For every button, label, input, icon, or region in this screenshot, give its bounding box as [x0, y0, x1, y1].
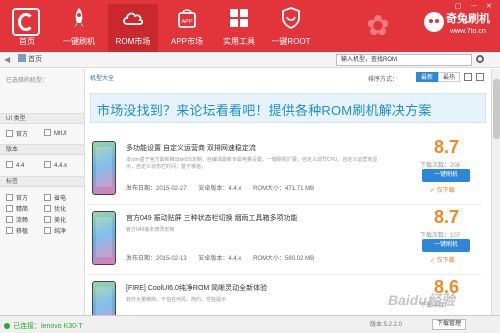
filter-version-4-4[interactable]: 4.4	[6, 161, 24, 169]
window-controls[interactable]: ▢ ─ ✕	[455, 2, 496, 10]
nav-one-click-root[interactable]: 一键ROOT	[266, 4, 316, 52]
rom-description: 本rom基于官方最新推出kkOS定制，自编译最新专属电量设置，一键刷机扩展，自定…	[126, 157, 378, 170]
baidu-watermark: Baidu经验	[388, 292, 455, 308]
download-manager-button[interactable]: 下载管理	[432, 319, 467, 330]
nav-tools-label: 实用工具	[223, 37, 255, 46]
status-bar: 已连接：lenovo K30-T 版本:5.2.2.0 下载管理	[0, 315, 500, 333]
rom-list-item[interactable]: 官方049 振动贴屏 三种状态栏切换 烟雨工具箱多项功能 官方049版本修改定制…	[86, 205, 482, 275]
rom-size: ROM大小：580.02 MB	[253, 256, 315, 262]
brand: 奇兔刷机 www.7to.cn	[420, 6, 496, 46]
nav-rom-market[interactable]: ROM市场	[108, 4, 158, 52]
rom-meta: 发布日期：2015-02-13 安卓版本：4.4.x ROM大小：580.02 …	[126, 253, 324, 262]
one-click-flash-button[interactable]: 一键刷机	[422, 239, 470, 252]
rom-list-panel: 机型大全 排序方式： 最新 最热 市场没找到？来论坛看看吧！提供各种ROM刷机解…	[86, 69, 490, 333]
nav-tools[interactable]: 实用工具	[214, 4, 264, 52]
nav-rom-market-label: ROM市场	[115, 37, 151, 46]
rom-date: 发布日期：2015-02-13	[126, 256, 187, 262]
filter-tag[interactable]: 纯净	[44, 226, 66, 235]
filter-sidebar: 已选择的机型： UI 类型 官方 MIUI 版本 4.4 4.4.x 标签 官方…	[0, 69, 85, 315]
filter-tag[interactable]: 省电	[44, 193, 66, 202]
filter-tag[interactable]: 精简	[6, 204, 28, 213]
rom-android-version: 安卓版本：4.4.x	[198, 186, 242, 192]
home-breadcrumb[interactable]: 首页	[18, 54, 42, 64]
sort-label: 排序方式：	[368, 77, 399, 83]
shield-icon	[282, 7, 300, 29]
rom-meta: 发布日期：2015-02-27 安卓版本：4.4.x ROM大小：471.71 …	[126, 183, 324, 192]
nav-one-click-flash[interactable]: 一键刷机	[54, 4, 104, 52]
list-view-icon[interactable]	[464, 73, 472, 81]
filter-tag[interactable]: 官方	[6, 193, 28, 202]
festive-decoration: ✿	[366, 10, 390, 41]
svg-text:APP: APP	[181, 19, 192, 25]
top-toolbar: 首页 一键刷机 ROM市场 APP APP市场 实用工具 一键ROOT ✿ 奇兔…	[0, 0, 500, 52]
filter-tag[interactable]: 优化	[44, 204, 66, 213]
connection-status: 已连接：lenovo K30-T	[4, 321, 83, 331]
scrollbar[interactable]	[491, 69, 500, 315]
rom-size: ROM大小：471.71 MB	[253, 186, 315, 192]
banner-text: 市场没找到？来论坛看看吧！提供各种ROM刷机解决方案	[97, 103, 432, 118]
nav-home-label: 首页	[19, 37, 35, 46]
ui-type-heading: UI 类型	[0, 113, 84, 124]
rom-title[interactable]: 官方049 振动贴屏 三种状态栏切换 烟雨工具箱多项功能	[126, 213, 298, 223]
download-only-link[interactable]: ✓ 仅下载	[430, 255, 455, 264]
breadcrumb[interactable]: 机型大全	[90, 73, 114, 82]
home-icon	[18, 54, 26, 62]
rom-download-count: 下载次数：208	[420, 163, 461, 169]
brand-url: www.7to.cn	[450, 28, 486, 35]
rom-thumbnail	[92, 141, 116, 195]
rom-description: 软件大量精简，不怕任何风，简约，性能提示	[126, 297, 227, 303]
brand-name: 奇兔刷机	[446, 13, 490, 25]
back-arrow-icon[interactable]: ◀	[4, 55, 10, 64]
rom-title[interactable]: [FIRE] CoolUI6.0纯净ROM 简晰灵动全新体验	[126, 283, 267, 293]
nav-home[interactable]: 首页	[2, 4, 52, 52]
rom-title[interactable]: 多功能设置 自定义运营商 双排网速稳定流	[126, 143, 256, 153]
home-breadcrumb-label: 首页	[28, 56, 42, 63]
grid-view-icon[interactable]	[476, 73, 484, 81]
grid-tools-icon	[230, 9, 248, 27]
nav-app-market-label: APP市场	[170, 37, 203, 46]
search-input[interactable]: 输入机型，查找ROM	[336, 54, 472, 66]
rom-download-count: 下载次数：107	[420, 233, 461, 239]
filter-tag[interactable]: 移植	[6, 226, 28, 235]
version-heading: 版本	[0, 144, 84, 155]
rom-score: 8.7	[434, 207, 460, 227]
app-version: 版本:5.2.2.0	[370, 322, 403, 328]
nav-one-click-root-label: 一键ROOT	[271, 37, 311, 46]
one-click-flash-button[interactable]: 一键刷机	[422, 169, 470, 182]
filter-tag[interactable]: 流畅	[6, 215, 28, 224]
cloud-icon	[123, 12, 144, 25]
filter-tag[interactable]: 美化	[44, 215, 66, 224]
filter-ui-official[interactable]: 官方	[6, 129, 28, 138]
address-bar: ◀ 首页 输入机型，查找ROM	[0, 52, 500, 68]
rom-description: 官方049版本修改定制	[126, 227, 175, 233]
rom-score: 8.7	[434, 137, 460, 157]
nav-app-market[interactable]: APP APP市场	[162, 4, 212, 52]
forum-banner[interactable]: 市场没找到？来论坛看看吧！提供各种ROM刷机解决方案	[90, 93, 486, 123]
tag-heading: 标签	[0, 176, 84, 187]
rom-date: 发布日期：2015-02-27	[126, 186, 187, 192]
rabbit-logo-icon	[424, 12, 444, 32]
selected-model-label: 已选择的机型：	[6, 78, 49, 84]
filter-version-4-4-x[interactable]: 4.4.x	[44, 161, 67, 169]
filter-ui-miui[interactable]: MIUI	[44, 129, 67, 137]
search-icon[interactable]	[476, 55, 484, 63]
scroll-thumb[interactable]	[493, 79, 500, 139]
rom-android-version: 安卓版本：4.4.x	[198, 256, 242, 262]
nav-one-click-flash-label: 一键刷机	[63, 37, 95, 46]
app-bag-icon: APP	[178, 9, 196, 28]
sort-latest-button[interactable]: 最新	[416, 72, 439, 82]
rom-thumbnail	[92, 211, 116, 265]
rocket-icon	[74, 8, 84, 27]
download-only-link[interactable]: ✓ 仅下载	[430, 185, 455, 194]
rom-list-item[interactable]: 多功能设置 自定义运营商 双排网速稳定流 本rom基于官方最新推出kkOS定制，…	[86, 135, 482, 205]
sort-hot-button[interactable]: 最热	[438, 72, 461, 82]
home-c-logo-icon	[12, 8, 40, 36]
